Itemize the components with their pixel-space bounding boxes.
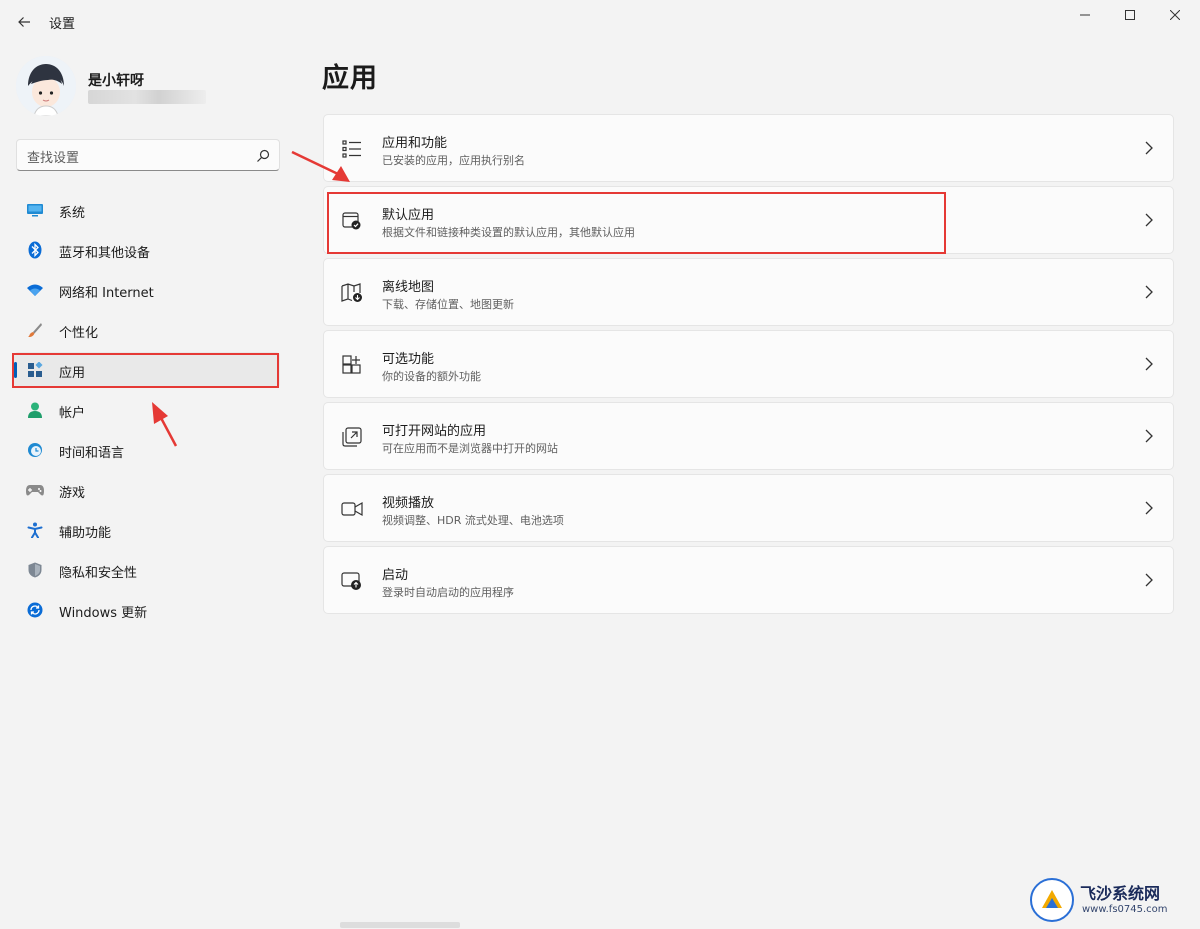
sidebar-item-label: 时间和语言: [59, 446, 125, 461]
avatar[interactable]: [16, 56, 76, 116]
apps-nav-highlight-box: [12, 353, 279, 388]
user-name: 是小轩呀: [88, 73, 144, 89]
annotation-arrow-icon: [152, 402, 178, 447]
chevron-right-icon: [1145, 357, 1153, 371]
card-subtitle: 你的设备的额外功能: [382, 370, 481, 383]
sidebar-item-label: 帐户: [59, 406, 86, 421]
search-input[interactable]: 查找设置: [16, 139, 280, 171]
optional-features-card[interactable]: 可选功能 你的设备的额外功能: [323, 330, 1174, 398]
minimize-button[interactable]: [1062, 0, 1108, 30]
card-subtitle: 下载、存储位置、地图更新: [382, 298, 514, 311]
sidebar-item-label: 蓝牙和其他设备: [59, 246, 151, 261]
sidebar-item-label: 网络和 Internet: [59, 286, 154, 301]
card-subtitle: 视频调整、HDR 流式处理、电池选项: [382, 514, 564, 527]
add-grid-icon: [341, 354, 363, 376]
annotation-arrow-icon: [291, 150, 350, 182]
sidebar-item-label: 隐私和安全性: [59, 566, 138, 581]
map-download-icon: [341, 282, 363, 304]
shield-icon: [26, 561, 44, 579]
card-title: 应用和功能: [382, 136, 448, 151]
back-button[interactable]: [10, 8, 38, 36]
wifi-icon: [26, 281, 44, 299]
apps-for-websites-card[interactable]: 可打开网站的应用 可在应用而不是浏览器中打开的网站: [323, 402, 1174, 470]
sidebar-item-network[interactable]: 网络和 Internet: [14, 272, 280, 308]
card-title: 可打开网站的应用: [382, 424, 487, 439]
sidebar-item-personalization[interactable]: 个性化: [14, 312, 280, 348]
sidebar-item-label: 个性化: [59, 326, 99, 341]
maximize-button[interactable]: [1107, 0, 1153, 30]
accessibility-icon: [26, 521, 44, 539]
sidebar-item-bluetooth[interactable]: 蓝牙和其他设备: [14, 232, 280, 268]
video-icon: [341, 498, 363, 520]
sync-icon: [26, 601, 44, 619]
search-icon: [257, 149, 270, 162]
window-title: 设置: [49, 17, 76, 32]
sidebar-item-label: 游戏: [59, 486, 86, 501]
user-email-redacted: [88, 90, 206, 104]
bluetooth-icon: [26, 241, 44, 259]
sidebar-item-system[interactable]: 系统: [14, 192, 280, 228]
chevron-right-icon: [1145, 573, 1153, 587]
gamepad-icon: [26, 481, 44, 499]
card-title: 启动: [382, 568, 409, 583]
chevron-right-icon: [1145, 213, 1153, 227]
sidebar-item-privacy[interactable]: 隐私和安全性: [14, 552, 280, 588]
watermark-logo: 飞沙系统网 www.fs0745.com: [1024, 864, 1200, 929]
apps-features-card[interactable]: 应用和功能 已安装的应用，应用执行别名: [323, 114, 1174, 182]
chevron-right-icon: [1145, 285, 1153, 299]
brush-icon: [26, 321, 44, 339]
video-playback-card[interactable]: 视频播放 视频调整、HDR 流式处理、电池选项: [323, 474, 1174, 542]
sidebar-item-windows-update[interactable]: Windows 更新: [14, 592, 280, 628]
sidebar-item-label: Windows 更新: [59, 606, 148, 621]
watermark-url: www.fs0745.com: [1082, 904, 1168, 915]
default-apps-highlight-box: [327, 192, 946, 254]
minimize-icon: [1080, 14, 1090, 16]
card-title: 离线地图: [382, 280, 435, 295]
offline-maps-card[interactable]: 离线地图 下载、存储位置、地图更新: [323, 258, 1174, 326]
sidebar-item-accessibility[interactable]: 辅助功能: [14, 512, 280, 548]
startup-card[interactable]: 启动 登录时自动启动的应用程序: [323, 546, 1174, 614]
close-button[interactable]: [1152, 0, 1198, 30]
chevron-right-icon: [1145, 429, 1153, 443]
startup-icon: [341, 570, 363, 592]
close-icon: [1170, 10, 1180, 20]
avatar-image: [16, 56, 76, 116]
card-subtitle: 已安装的应用，应用执行别名: [382, 154, 525, 167]
sidebar-item-label: 辅助功能: [59, 526, 112, 541]
watermark-badge-icon: [1030, 878, 1074, 922]
page-title: 应用: [322, 63, 378, 94]
person-icon: [26, 401, 44, 419]
sidebar-item-label: 系统: [59, 206, 86, 221]
globe-clock-icon: [26, 441, 44, 459]
card-title: 视频播放: [382, 496, 435, 511]
sidebar-item-gaming[interactable]: 游戏: [14, 472, 280, 508]
chevron-right-icon: [1145, 141, 1153, 155]
card-subtitle: 登录时自动启动的应用程序: [382, 586, 514, 599]
monitor-icon: [26, 201, 44, 219]
card-subtitle: 可在应用而不是浏览器中打开的网站: [382, 442, 558, 455]
chevron-right-icon: [1145, 501, 1153, 515]
search-placeholder: 查找设置: [27, 151, 80, 166]
title-bar: 设置: [0, 0, 1200, 44]
back-arrow-icon: [18, 17, 30, 27]
partial-text-strip: [340, 922, 460, 928]
watermark-title: 飞沙系统网: [1080, 884, 1161, 903]
maximize-icon: [1125, 10, 1135, 20]
open-link-icon: [341, 426, 363, 448]
card-title: 可选功能: [382, 352, 435, 367]
